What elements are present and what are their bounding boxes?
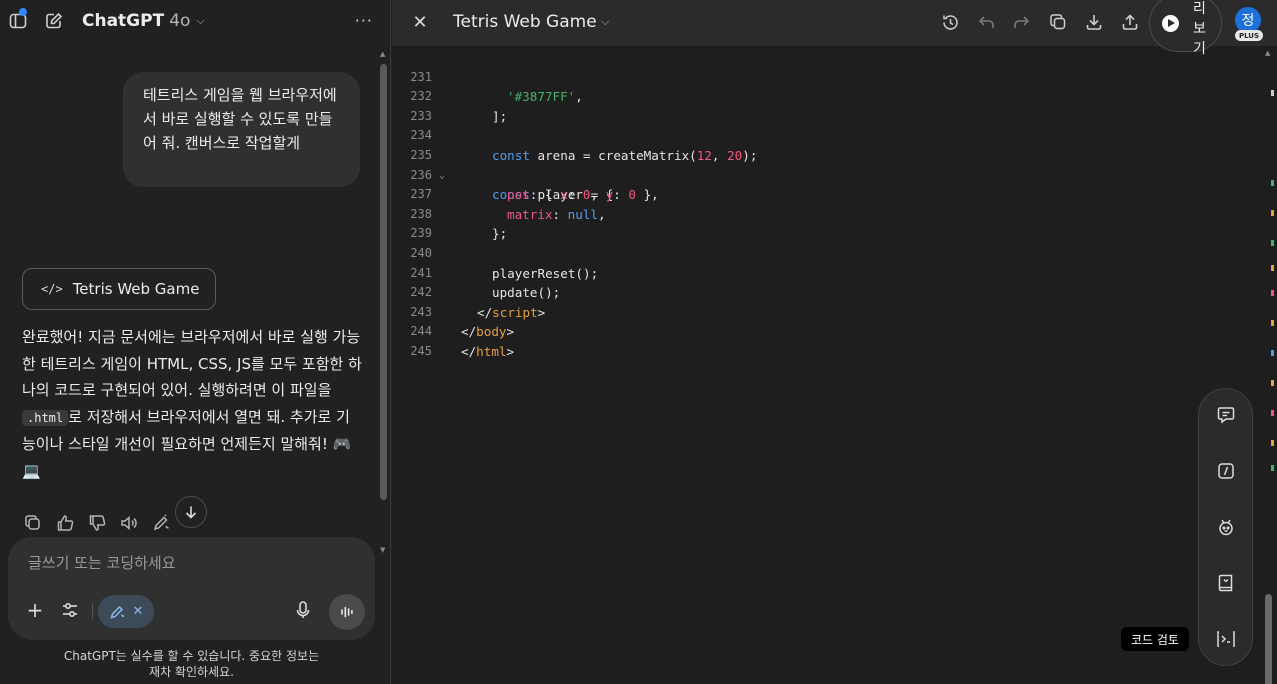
canvas-pane: ✕ Tetris Web Game ⌵ 리 보 기 정 PLUS 231 '#3…: [392, 0, 1277, 684]
minimap-mark: [1271, 180, 1274, 186]
punct-token: >: [506, 343, 515, 359]
line-number: 245: [410, 343, 432, 358]
tooltip: 코드 검토: [1121, 627, 1189, 651]
close-icon[interactable]: ✕: [410, 12, 430, 33]
model-name[interactable]: ChatGPT: [82, 11, 164, 31]
plus-icon[interactable]: +: [24, 598, 46, 622]
composer-input[interactable]: [28, 554, 358, 572]
share-icon[interactable]: [1119, 11, 1141, 33]
code-editor[interactable]: 231 '#3877FF', 232 ]; 233 234 const aren…: [392, 46, 1258, 684]
scroll-up-arrow-icon[interactable]: ▲: [380, 50, 385, 58]
assistant-text-1: 완료했어! 지금 문서에는 브라우저에서 바로 실행 가능한 테트리스 게임이 …: [22, 328, 362, 399]
thumbs-down-icon[interactable]: [86, 512, 107, 533]
code-line: 231 '#3877FF',: [392, 48, 1258, 105]
code-line: 241 update();: [392, 244, 1258, 301]
canvas-tools-panel: [1198, 388, 1253, 666]
canvas-tool-pill[interactable]: ✕: [98, 595, 154, 628]
chevron-down-icon[interactable]: ⌵: [601, 15, 609, 29]
disclaimer-line-2: 재차 확인하세요.: [149, 665, 234, 679]
minimap-mark: [1271, 240, 1274, 246]
chevron-down-icon[interactable]: ⌵: [196, 14, 204, 28]
new-chat-icon[interactable]: [44, 11, 64, 31]
canvas-header: ✕ Tetris Web Game ⌵ 리 보 기 정 PLUS: [392, 0, 1277, 57]
canvas-pencil-icon: [109, 605, 124, 619]
scroll-down-button[interactable]: [175, 496, 207, 528]
arrow-down-icon: [185, 506, 197, 519]
minimap-mark: [1271, 90, 1274, 96]
bug-icon[interactable]: [1215, 516, 1237, 538]
tag-token: html: [476, 343, 507, 359]
message-actions: [22, 512, 171, 533]
notification-dot: [19, 8, 27, 16]
minimap-mark: [1271, 465, 1274, 471]
scroll-down-arrow-icon[interactable]: ▼: [380, 546, 385, 554]
chat-scroll-thumb[interactable]: [380, 64, 387, 500]
chat-header: ChatGPT 4o ⌵ ···: [0, 0, 391, 42]
canvas-chip-button[interactable]: </> Tetris Web Game: [22, 268, 216, 310]
code-line: 232 ];: [392, 68, 1258, 124]
plan-badge: PLUS: [1235, 30, 1263, 41]
code-line: 239: [392, 205, 1258, 240]
code-line: 233: [392, 87, 1258, 123]
minimap-mark: [1271, 410, 1274, 416]
comment-icon[interactable]: [1215, 404, 1237, 426]
preview-button[interactable]: 리 보 기: [1149, 0, 1222, 57]
minimap[interactable]: [1271, 80, 1277, 480]
code-line: 234 const arena = createMatrix(12, 20);: [392, 107, 1258, 163]
disclaimer-line-1: ChatGPT는 실수를 할 수 있습니다. 중요한 정보는: [63, 649, 320, 663]
code-line: 245: [392, 322, 1258, 358]
mic-icon[interactable]: [294, 600, 314, 622]
minimap-mark: [1271, 350, 1274, 356]
code-line: 237 matrix: null,: [392, 166, 1258, 222]
speaker-icon[interactable]: [118, 512, 139, 533]
minimap-mark: [1271, 380, 1274, 386]
canvas-title[interactable]: Tetris Web Game: [453, 12, 597, 32]
code-scroll-thumb[interactable]: [1265, 594, 1272, 684]
play-icon: [1162, 15, 1179, 32]
terminal-icon[interactable]: [1215, 628, 1237, 650]
download-icon[interactable]: [1083, 11, 1105, 33]
chat-pane: ChatGPT 4o ⌵ ··· 테트리스 게임을 웹 브라우저에서 바로 실행…: [0, 0, 391, 684]
book-icon[interactable]: [1215, 572, 1237, 594]
minimap-mark: [1271, 320, 1274, 326]
voice-icon[interactable]: [329, 594, 365, 630]
sidebar-toggle-icon[interactable]: [8, 8, 28, 31]
code-line: 244 </html>: [392, 303, 1258, 359]
code-icon: </>: [41, 282, 63, 296]
punct-token: </: [461, 343, 477, 359]
assistant-message: 완료했어! 지금 문서에는 브라우저에서 바로 실행 가능한 테트리스 게임이 …: [22, 324, 362, 484]
user-message: 테트리스 게임을 웹 브라우저에서 바로 실행할 수 있도록 만들어 줘. 캔버…: [123, 72, 360, 187]
slash-icon[interactable]: [1215, 460, 1237, 482]
minimap-mark: [1271, 440, 1274, 446]
code-line: 242 </script>: [392, 264, 1258, 320]
disclaimer: ChatGPT는 실수를 할 수 있습니다. 중요한 정보는 재차 확인하세요.: [0, 648, 383, 680]
copy-icon[interactable]: [22, 512, 43, 533]
code-line: 240 playerReset();: [392, 224, 1258, 281]
minimap-mark: [1271, 290, 1274, 296]
history-icon[interactable]: [939, 11, 961, 33]
inline-code: .html: [22, 409, 69, 426]
scroll-up-arrow-icon[interactable]: ▲: [1265, 49, 1270, 57]
code-line: 243 </body>: [392, 283, 1258, 340]
chat-scrollbar[interactable]: ▲ ▼: [379, 50, 387, 554]
undo-icon[interactable]: [975, 11, 997, 33]
minimap-mark: [1271, 210, 1274, 216]
assistant-text-2: 로 저장해서 브라우저에서 열면 돼. 추가로 기능이나 스타일 개선이 필요하…: [22, 407, 352, 480]
minimap-mark: [1271, 265, 1274, 271]
canvas-chip-label: Tetris Web Game: [72, 280, 200, 298]
code-line: 236 pos: { x: 0, y: 0 },: [392, 146, 1258, 203]
composer: + ✕: [8, 537, 375, 640]
edit-icon[interactable]: [150, 512, 171, 533]
copy-icon[interactable]: [1047, 11, 1069, 33]
close-icon[interactable]: ✕: [133, 604, 144, 619]
more-icon[interactable]: ···: [355, 11, 373, 30]
redo-icon[interactable]: [1010, 11, 1032, 33]
composer-divider: [92, 603, 93, 619]
code-line: 238 };: [392, 185, 1258, 242]
model-version[interactable]: 4o: [169, 11, 190, 31]
thumbs-up-icon[interactable]: [54, 512, 75, 533]
tools-icon[interactable]: [60, 600, 82, 622]
code-line: 235 ⌄ const player = {: [392, 126, 1258, 202]
